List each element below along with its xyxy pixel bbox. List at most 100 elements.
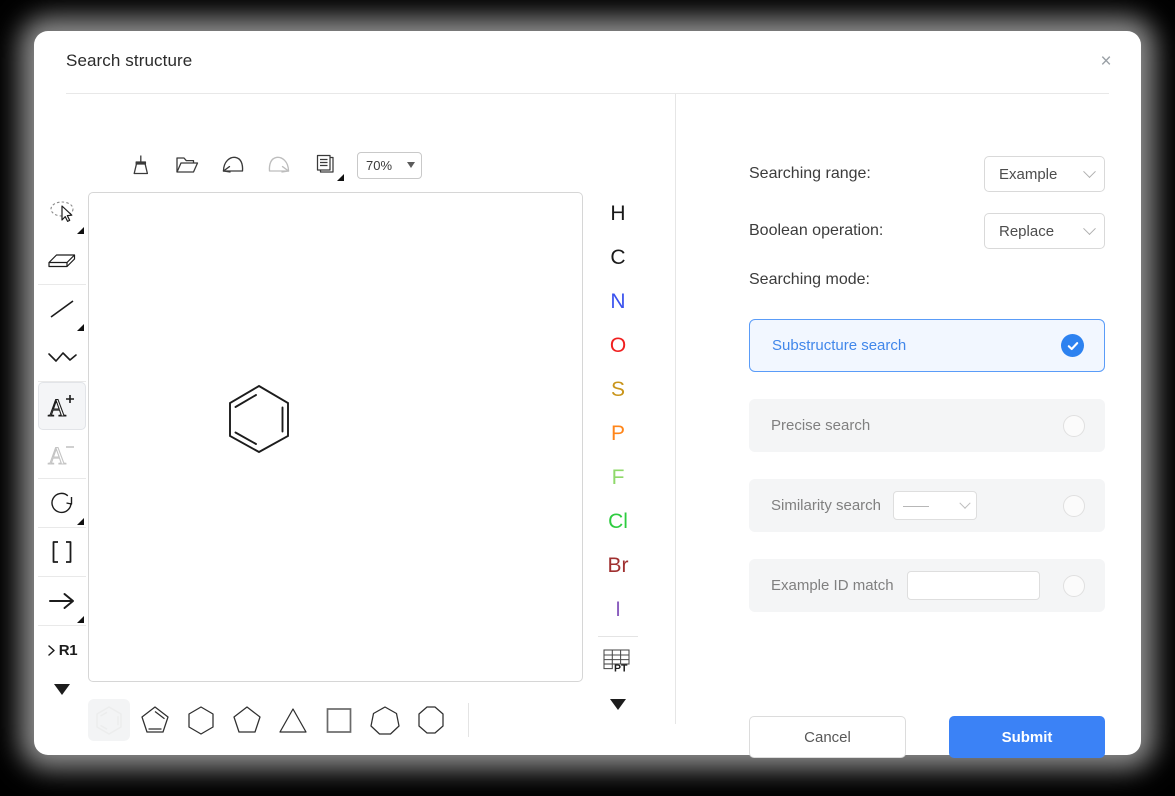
- triangle-down-icon: [610, 698, 626, 710]
- shape-toolbar-divider: [468, 703, 469, 737]
- element-I[interactable]: I: [595, 588, 641, 632]
- charge-minus-icon[interactable]: A: [38, 430, 86, 478]
- searching-mode-label: Searching mode:: [749, 271, 870, 288]
- triangle-down-icon: [54, 683, 70, 695]
- tool-group-brackets: [38, 528, 86, 577]
- tool-group-rotate: [38, 479, 86, 528]
- element-S[interactable]: S: [595, 368, 641, 412]
- tool-group-bond: [38, 285, 86, 382]
- structure-editor: 70% A A R1 H C N O S P F Cl Br I PT: [34, 94, 675, 741]
- cancel-button[interactable]: Cancel: [749, 716, 906, 758]
- bond-dropdown-indicator: [77, 324, 84, 331]
- element-Cl[interactable]: Cl: [595, 500, 641, 544]
- cyclohexane-ring-shape[interactable]: [180, 699, 222, 741]
- tool-group-charge: A A: [38, 382, 86, 479]
- tool-group-rgroup: R1: [38, 626, 86, 674]
- periodic-table-icon[interactable]: PT: [595, 639, 641, 683]
- searching-range-select[interactable]: Example: [984, 156, 1105, 192]
- single-bond-icon[interactable]: [38, 285, 86, 333]
- benzene-structure: [229, 384, 289, 454]
- boolean-operation-label: Boolean operation:: [749, 222, 884, 239]
- element-F[interactable]: F: [595, 456, 641, 500]
- radio-button[interactable]: [1063, 574, 1085, 597]
- element-P[interactable]: P: [595, 412, 641, 456]
- dialog-header: Search structure ×: [34, 31, 1141, 93]
- tool-group-select: [38, 188, 86, 285]
- searching-range-row: Searching range: Example: [749, 156, 1105, 192]
- element-rail-more-icon[interactable]: [595, 683, 641, 725]
- reaction-arrow-icon[interactable]: [38, 577, 86, 625]
- close-icon[interactable]: ×: [1093, 48, 1119, 74]
- cyclopentane-ring-shape[interactable]: [226, 699, 268, 741]
- editor-toolbar: 70%: [119, 145, 422, 185]
- searching-range-label: Searching range:: [749, 165, 871, 182]
- element-Br[interactable]: Br: [595, 544, 641, 588]
- mode-substructure-search-label: Substructure search: [772, 337, 907, 354]
- eraser-icon[interactable]: [38, 236, 86, 284]
- page-title: Search structure: [66, 51, 193, 70]
- element-O[interactable]: O: [595, 324, 641, 368]
- cyclopentadiene-ring-shape[interactable]: [134, 699, 176, 741]
- cyclobutane-ring-shape[interactable]: [318, 699, 360, 741]
- element-H[interactable]: H: [595, 192, 641, 236]
- chevron-down-icon: [407, 162, 415, 168]
- mode-substructure-search[interactable]: Substructure search: [749, 319, 1105, 372]
- element-N[interactable]: N: [595, 280, 641, 324]
- svg-text:A: A: [48, 395, 66, 422]
- arrow-dropdown-indicator: [77, 616, 84, 623]
- example-id-input[interactable]: [906, 571, 1040, 600]
- brackets-icon[interactable]: [38, 528, 86, 576]
- svg-text:A: A: [48, 443, 66, 470]
- boolean-operation-value: Replace: [999, 222, 1055, 240]
- dialog-body: 70% A A R1 H C N O S P F Cl Br I PT Sear…: [34, 94, 1141, 758]
- mode-example-id-match-label: Example ID match: [771, 577, 894, 594]
- benzene-ring-shape[interactable]: [88, 699, 130, 741]
- select-dropdown-indicator: [77, 227, 84, 234]
- mode-precise-search[interactable]: Precise search: [749, 399, 1105, 452]
- tool-rail: A A R1: [38, 188, 86, 674]
- element-C[interactable]: C: [595, 236, 641, 280]
- chevron-down-icon: [1083, 221, 1096, 235]
- similarity-threshold-select[interactable]: ——: [893, 491, 978, 520]
- mode-similarity-search-label: Similarity search: [771, 497, 882, 514]
- mode-example-id-match[interactable]: Example ID match: [749, 559, 1105, 612]
- cycloheptane-ring-shape[interactable]: [364, 699, 406, 741]
- r-group-label: R1: [58, 641, 78, 659]
- submit-button[interactable]: Submit: [949, 716, 1105, 758]
- chevron-down-icon: [959, 497, 971, 509]
- search-structure-dialog: Search structure × 70% A A R1 H C N O S …: [34, 31, 1141, 758]
- radio-button[interactable]: [1063, 414, 1085, 437]
- chevron-down-icon: [1083, 164, 1096, 178]
- tool-rail-more-icon[interactable]: [38, 669, 86, 709]
- element-rail-divider: [598, 636, 638, 637]
- r-group-icon[interactable]: R1: [38, 626, 86, 674]
- structure-canvas[interactable]: [88, 192, 583, 682]
- rotate-dropdown-indicator: [77, 518, 84, 525]
- shape-toolbar: [88, 696, 469, 744]
- undo-icon[interactable]: [211, 146, 255, 184]
- redo-icon[interactable]: [257, 146, 301, 184]
- search-options-panel: Searching range: Example Boolean operati…: [676, 94, 1141, 758]
- cyclooctane-ring-shape[interactable]: [410, 699, 452, 741]
- zoom-value: 70%: [366, 157, 393, 173]
- clear-canvas-icon[interactable]: [119, 146, 163, 184]
- radio-button[interactable]: [1063, 494, 1085, 517]
- select-lasso-icon[interactable]: [38, 188, 86, 236]
- searching-range-value: Example: [999, 165, 1058, 183]
- svg-text:PT: PT: [614, 663, 628, 675]
- copy-dropdown-indicator: [337, 174, 344, 181]
- cyclopropane-ring-shape[interactable]: [272, 699, 314, 741]
- boolean-operation-select[interactable]: Replace: [984, 213, 1105, 249]
- similarity-threshold-value: ——: [903, 498, 930, 513]
- tool-group-arrow: [38, 577, 86, 626]
- chain-icon[interactable]: [38, 333, 86, 381]
- rotate-icon[interactable]: [38, 479, 86, 527]
- mode-precise-search-label: Precise search: [771, 417, 871, 434]
- mode-similarity-search[interactable]: Similarity search ——: [749, 479, 1105, 532]
- element-rail: H C N O S P F Cl Br I PT: [594, 192, 642, 725]
- copy-icon[interactable]: [303, 146, 347, 184]
- check-circle-icon: [1061, 334, 1084, 357]
- charge-plus-icon[interactable]: A: [38, 382, 86, 430]
- open-file-icon[interactable]: [165, 146, 209, 184]
- zoom-select[interactable]: 70%: [357, 151, 422, 179]
